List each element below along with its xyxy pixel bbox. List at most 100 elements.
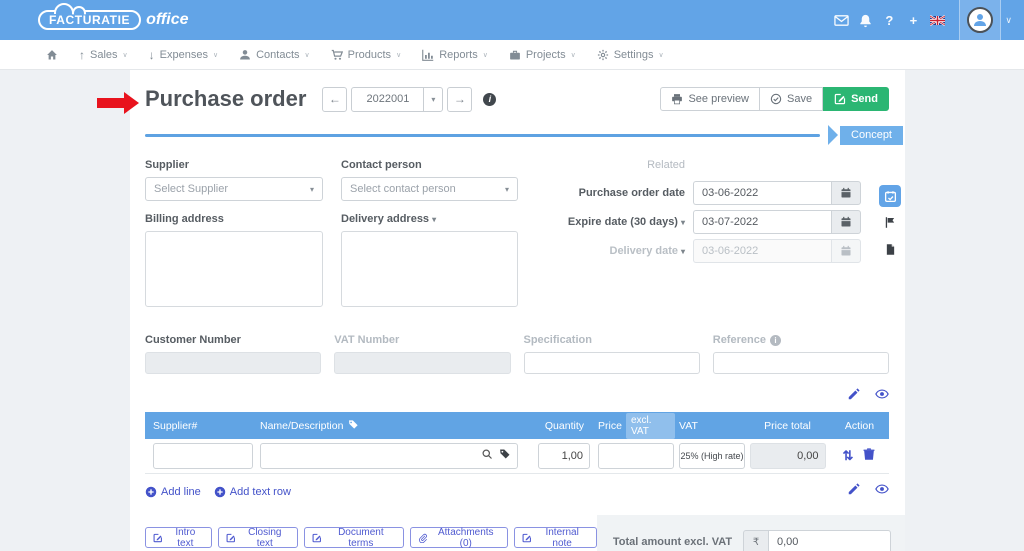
add-line-link[interactable]: Add line: [145, 486, 201, 498]
info-icon[interactable]: i: [483, 92, 497, 106]
expire-date-input[interactable]: [693, 210, 831, 234]
row-quantity-input[interactable]: [538, 443, 590, 469]
nav-settings[interactable]: Settings ∨: [597, 49, 664, 61]
price-mode-chip[interactable]: excl. VAT: [625, 412, 675, 439]
help-icon[interactable]: ?: [877, 13, 901, 28]
text-buttons: Intro text Closing text Document terms A…: [145, 515, 597, 551]
chevron-down-icon: ∨: [658, 51, 664, 59]
col-vat: VAT: [679, 419, 698, 432]
logo-cloud: FACTURATIE: [38, 10, 142, 30]
expire-date-label[interactable]: Expire date (30 days) ▾: [568, 216, 685, 228]
see-preview-button[interactable]: See preview: [660, 87, 761, 111]
save-button[interactable]: Save: [760, 87, 824, 111]
add-text-row-link[interactable]: Add text row: [214, 486, 291, 498]
trash-icon[interactable]: [862, 447, 876, 466]
delivery-date-input: [693, 239, 831, 263]
side-toolbar: [879, 185, 901, 261]
row-name-input[interactable]: [260, 443, 518, 469]
total-excl-label: Total amount excl. VAT: [612, 536, 733, 548]
nav-projects[interactable]: Projects ∨: [509, 49, 576, 61]
tag-icon[interactable]: [499, 447, 511, 465]
nav-sales[interactable]: ↑ Sales ∨: [79, 48, 128, 62]
visibility-icon[interactable]: [875, 387, 889, 406]
delivery-address-textarea[interactable]: [341, 231, 518, 307]
purchase-order-date-input[interactable]: [693, 181, 831, 205]
row-supplier-input[interactable]: [153, 443, 253, 469]
document-terms-button[interactable]: Document terms: [303, 527, 405, 549]
language-flag-icon[interactable]: [925, 13, 949, 28]
chevron-down-icon: ∨: [122, 51, 128, 59]
col-supplier: Supplier#: [153, 419, 198, 432]
chevron-down-icon: ▾: [680, 218, 685, 227]
topbar: FACTURATIE office ? + ∨: [0, 0, 1024, 40]
plus-icon[interactable]: +: [901, 13, 925, 28]
nav-home[interactable]: [46, 49, 58, 61]
check-circle-icon: [770, 93, 782, 105]
flag-icon[interactable]: [884, 216, 897, 234]
billing-address-label: Billing address: [145, 213, 224, 225]
supplier-select[interactable]: Select Supplier ▾: [145, 177, 323, 201]
next-order-button[interactable]: →: [447, 86, 473, 112]
page-title: Purchase order: [145, 86, 307, 111]
closing-text-button[interactable]: Closing text: [218, 527, 298, 549]
contact-person-select[interactable]: Select contact person ▾: [341, 177, 518, 201]
prev-order-button[interactable]: ←: [322, 86, 348, 112]
col-action: Action: [844, 419, 875, 432]
order-number-select[interactable]: 2022001 ▾: [351, 86, 444, 112]
intro-text-button[interactable]: Intro text: [145, 527, 213, 549]
chevron-down-icon: ▾: [680, 247, 685, 256]
bell-icon[interactable]: [853, 13, 877, 28]
calendar-check-icon: [884, 190, 896, 202]
nav-reports[interactable]: Reports ∨: [422, 49, 488, 61]
paperclip-icon: [419, 533, 428, 543]
row-vat-select[interactable]: 25% (High rate): [679, 443, 745, 469]
reorder-icon[interactable]: ⇅: [843, 448, 854, 464]
col-price: Price excl. VAT: [590, 412, 675, 439]
pencil-square-icon: [226, 533, 235, 542]
attachments-button[interactable]: Attachments (0): [410, 527, 508, 549]
home-icon: [47, 49, 57, 59]
purchase-order-date-row: Purchase order date: [568, 181, 861, 205]
total-excl-input[interactable]: [769, 530, 891, 551]
reference-input[interactable]: [712, 352, 889, 374]
mail-icon[interactable]: [829, 13, 853, 28]
visibility-icon[interactable]: [875, 482, 889, 501]
specification-input[interactable]: [523, 352, 700, 374]
row-total-input: [749, 443, 826, 469]
send-button[interactable]: Send: [823, 87, 889, 111]
document-icon[interactable]: [884, 243, 897, 261]
nav-expenses[interactable]: ↓ Expenses ∨: [149, 48, 218, 62]
user-menu[interactable]: [959, 0, 1002, 40]
order-number-value: 2022001: [366, 93, 410, 105]
col-quantity: Quantity: [544, 419, 584, 432]
billing-address-textarea[interactable]: [145, 231, 323, 307]
chevron-down-icon: ∨: [570, 51, 576, 59]
contact-person-label: Contact person: [341, 159, 422, 171]
calendar-icon[interactable]: [831, 181, 861, 205]
app-logo[interactable]: FACTURATIE office: [38, 10, 189, 30]
nav-products[interactable]: Products ∨: [331, 49, 401, 61]
edit-columns-icon[interactable]: [847, 482, 861, 501]
vat-number-input: [334, 352, 511, 374]
chevron-down-icon: ∨: [482, 51, 488, 59]
calendar-icon: [831, 239, 861, 263]
delivery-date-label[interactable]: Delivery date ▾: [610, 245, 686, 257]
search-icon[interactable]: [481, 447, 493, 465]
form-left: Supplier Select Supplier ▾ Billing addres…: [145, 159, 518, 312]
user-menu-caret-icon[interactable]: ∨: [1001, 15, 1024, 26]
cart-icon: [331, 49, 343, 60]
calendar-icon[interactable]: [831, 210, 861, 234]
related-label: Related: [647, 159, 685, 171]
row-price-input[interactable]: [598, 443, 674, 469]
avatar: [967, 7, 994, 33]
edit-columns-icon[interactable]: [847, 387, 861, 406]
nav-contacts[interactable]: Contacts ∨: [239, 49, 310, 61]
arrow-up-icon: ↑: [79, 47, 85, 62]
internal-note-button[interactable]: Internal note: [513, 527, 597, 549]
chevron-down-icon: ▾: [504, 184, 509, 194]
supplier-label: Supplier: [145, 159, 190, 171]
calendar-check-button[interactable]: [879, 185, 901, 207]
info-icon: i: [769, 334, 781, 346]
arrow-down-icon: ↓: [148, 47, 155, 62]
main-nav: ↑ Sales ∨ ↓ Expenses ∨ Contacts ∨ Products ∨ R…: [0, 40, 1024, 70]
